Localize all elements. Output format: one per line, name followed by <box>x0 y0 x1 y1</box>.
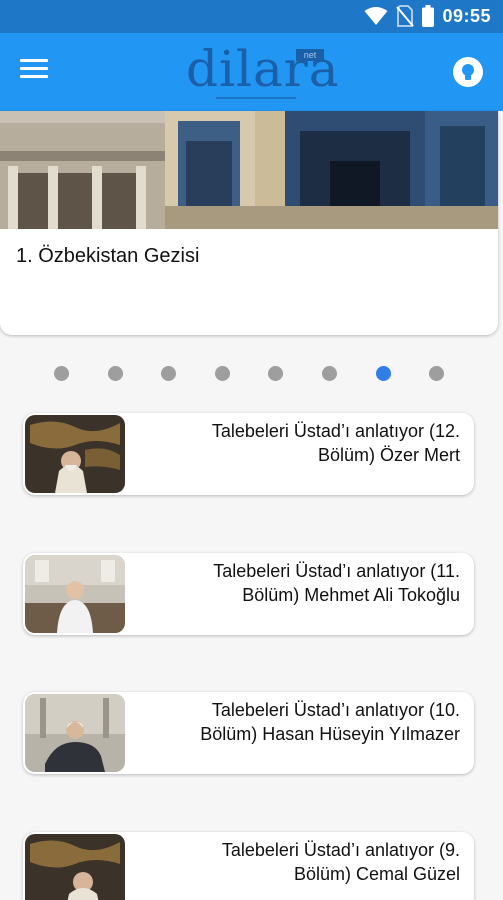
carousel-dot-active[interactable] <box>376 366 391 381</box>
carousel-dot[interactable] <box>215 366 230 381</box>
article-list-item[interactable]: Talebeleri Üstad’ı anlatıyor (12. Bölüm)… <box>23 413 474 495</box>
carousel-dot[interactable] <box>268 366 283 381</box>
article-thumbnail <box>25 555 125 633</box>
article-list-item[interactable]: Talebeleri Üstad’ı anlatıyor (11. Bölüm)… <box>23 553 474 635</box>
lightbulb-button[interactable] <box>453 57 483 87</box>
logo-badge: net <box>296 49 324 61</box>
logo-underline <box>216 97 296 99</box>
hamburger-menu-icon[interactable] <box>20 59 48 83</box>
carousel-dot[interactable] <box>108 366 123 381</box>
lightbulb-icon <box>462 64 474 80</box>
status-icons: 09:55 <box>364 5 491 27</box>
article-thumbnail <box>25 694 125 772</box>
battery-icon <box>422 5 435 27</box>
carousel-indicators <box>0 366 503 382</box>
app-logo[interactable]: dilara net <box>180 39 339 105</box>
article-list-item[interactable]: Talebeleri Üstad’ı anlatıyor (10. Bölüm)… <box>23 692 474 774</box>
slide-image <box>0 111 498 229</box>
slide-title: 1. Özbekistan Gezisi <box>16 245 200 267</box>
carousel-dot[interactable] <box>322 366 337 381</box>
carousel-dot[interactable] <box>54 366 69 381</box>
status-time: 09:55 <box>442 5 491 26</box>
carousel-slide[interactable]: 1. Özbekistan Gezisi <box>0 111 498 335</box>
no-sim-icon <box>396 5 415 27</box>
article-thumbnail <box>25 415 125 493</box>
carousel-dot[interactable] <box>161 366 176 381</box>
article-thumbnail <box>25 834 125 900</box>
article-title: Talebeleri Üstad’ı anlatıyor (12. Bölüm)… <box>211 421 460 465</box>
article-title: Talebeleri Üstad’ı anlatıyor (9. Bölüm) … <box>221 840 460 884</box>
article-title: Talebeleri Üstad’ı anlatıyor (10. Bölüm)… <box>200 700 460 744</box>
wifi-icon <box>364 7 388 25</box>
carousel-dot[interactable] <box>429 366 444 381</box>
article-title: Talebeleri Üstad’ı anlatıyor (11. Bölüm)… <box>213 561 460 605</box>
status-bar: 09:55 <box>0 0 503 33</box>
article-list-item[interactable]: Talebeleri Üstad’ı anlatıyor (9. Bölüm) … <box>23 832 474 900</box>
app-bar: dilara net <box>0 33 503 111</box>
